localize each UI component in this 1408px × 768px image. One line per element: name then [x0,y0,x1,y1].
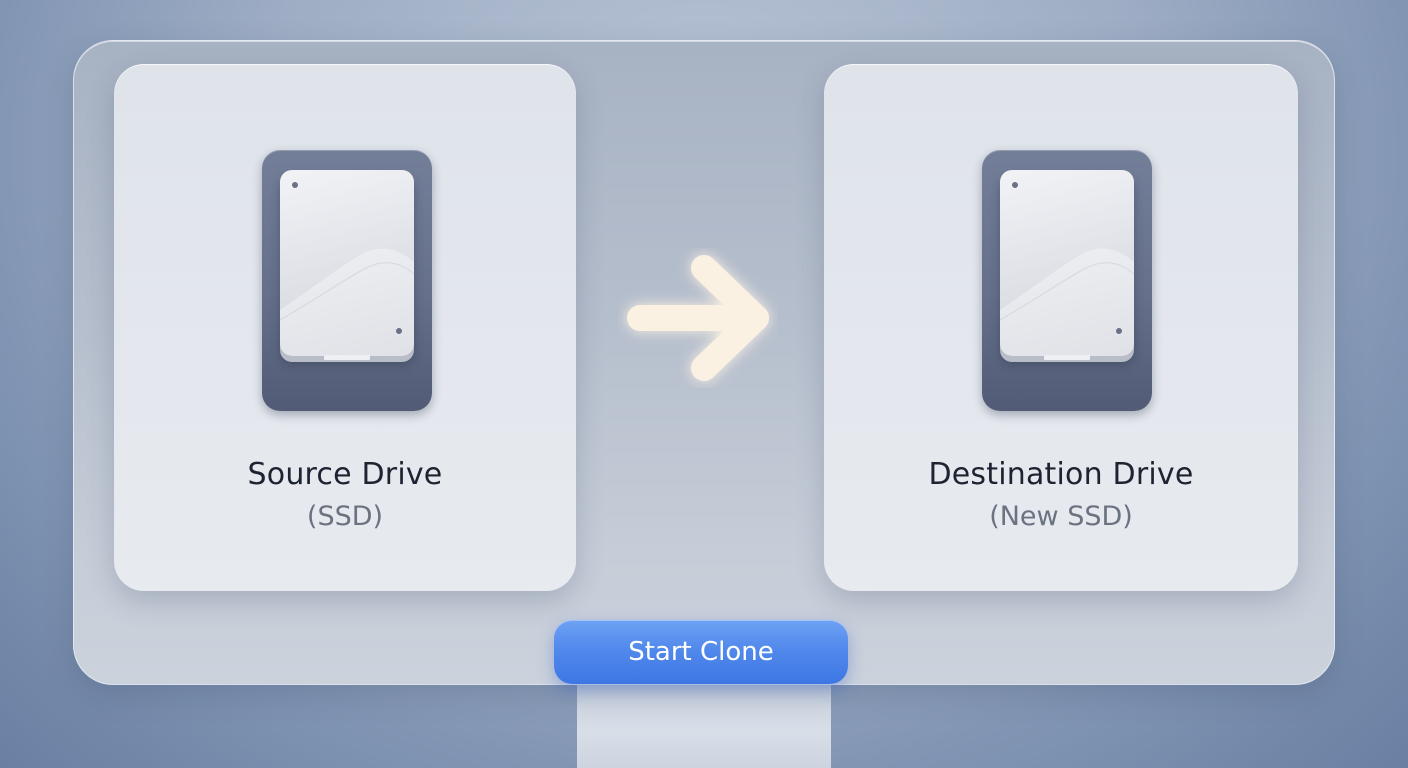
source-drive-card[interactable]: Source Drive (SSD) [114,64,576,591]
start-clone-button[interactable]: Start Clone [554,620,848,684]
screw-icon [1012,182,1018,188]
drive-face [1000,170,1134,356]
drive-face [280,170,414,356]
screw-icon [292,182,298,188]
screw-icon [396,328,402,334]
drive-slot [1044,355,1090,360]
source-drive-icon [262,150,432,411]
drive-slot [324,355,370,360]
destination-drive-icon [982,150,1152,411]
source-drive-subtitle: (SSD) [306,501,384,532]
source-drive-title: Source Drive [247,457,443,492]
screw-icon [1116,328,1122,334]
destination-drive-subtitle: (New SSD) [989,501,1133,532]
monitor-stand [577,676,831,768]
destination-drive-card[interactable]: Destination Drive (New SSD) [824,64,1298,591]
arrow-right-icon [627,255,769,381]
destination-drive-title: Destination Drive [928,457,1194,492]
